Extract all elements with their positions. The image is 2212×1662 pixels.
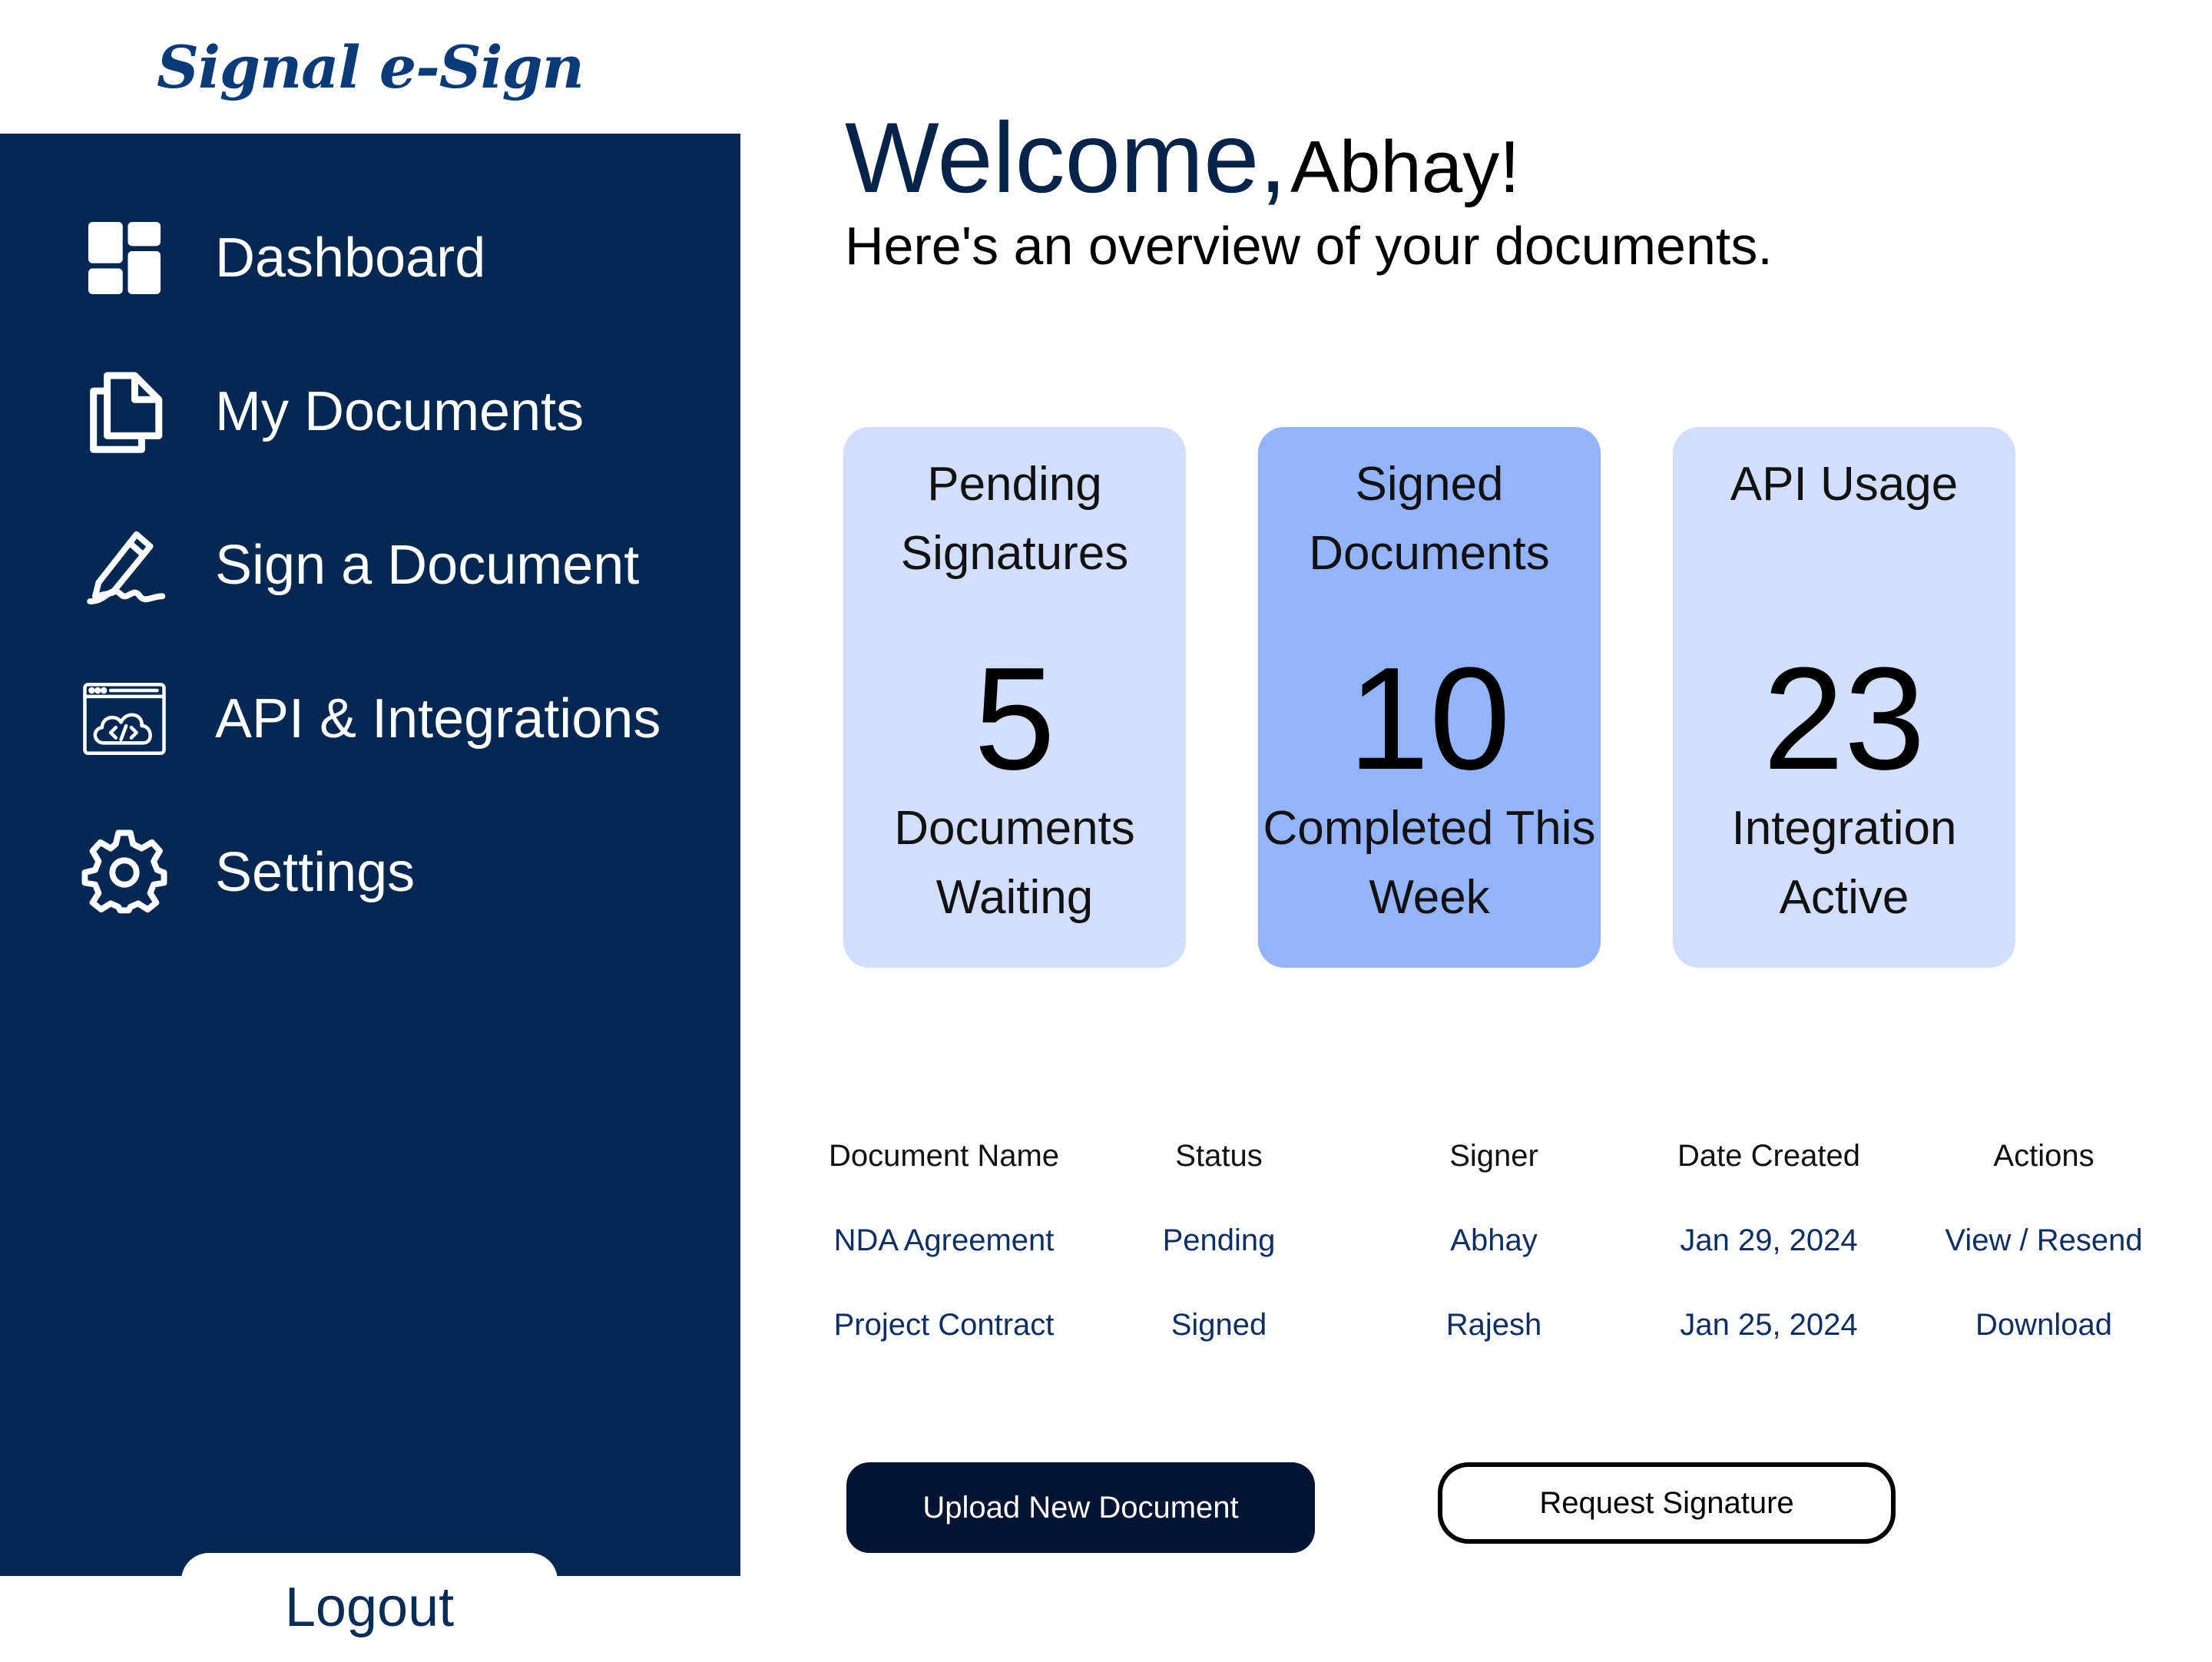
card-value: 10 xyxy=(1348,637,1511,800)
sidebar-item-label: API & Integrations xyxy=(215,688,661,750)
signer-cell: Rajesh xyxy=(1445,1307,1542,1342)
card-title: Signed Documents xyxy=(1309,458,1550,580)
welcome-heading: Welcome, Abhay! xyxy=(845,100,1520,215)
table-header-row: Document Name Status Signer Date Created… xyxy=(806,1114,2189,1198)
column-header-document-name: Document Name xyxy=(828,1138,1060,1173)
dashboard-icon xyxy=(77,210,172,306)
status-cell: Signed xyxy=(1171,1307,1267,1342)
sidebar-item-label: Sign a Document xyxy=(215,535,640,596)
request-signature-button[interactable]: Request Signature xyxy=(1438,1462,1896,1544)
column-header-date-created: Date Created xyxy=(1677,1138,1860,1173)
signer-cell: Abhay xyxy=(1450,1223,1538,1257)
card-value: 5 xyxy=(974,637,1055,800)
table-row: NDA Agreement Pending Abhay Jan 29, 2024… xyxy=(806,1198,2189,1283)
card-title: API Usage xyxy=(1730,458,1959,511)
sidebar-item-label: Settings xyxy=(215,842,416,903)
app-logo: Signal e-Sign xyxy=(157,32,584,101)
date-cell: Jan 25, 2024 xyxy=(1680,1307,1858,1342)
logout-button[interactable]: Logout xyxy=(181,1553,558,1662)
sidebar: Dashboard My Documents Sign a Document A… xyxy=(0,134,740,1662)
card-description: Integration Active xyxy=(1731,802,1957,924)
documents-icon xyxy=(77,364,172,459)
stat-card-api-usage: API Usage 23 Integration Active xyxy=(1673,427,2015,968)
card-description: Completed This Week xyxy=(1263,802,1596,924)
brand-header: Signal e-Sign xyxy=(0,0,740,134)
user-name: Abhay! xyxy=(1290,126,1520,208)
sidebar-item-label: My Documents xyxy=(215,381,584,442)
sidebar-item-label: Dashboard xyxy=(215,227,486,289)
column-header-actions: Actions xyxy=(1993,1138,2094,1173)
gear-icon xyxy=(77,825,172,920)
document-name-link[interactable]: NDA Agreement xyxy=(806,1223,1081,1258)
document-name-link[interactable]: Project Contract xyxy=(806,1308,1081,1343)
stat-card-pending: Pending Signatures 5 Documents Waiting xyxy=(843,427,1186,968)
column-header-status: Status xyxy=(1175,1138,1263,1173)
api-cloud-code-icon xyxy=(77,671,172,766)
sidebar-item-settings[interactable]: Settings xyxy=(77,819,707,926)
sidebar-item-dashboard[interactable]: Dashboard xyxy=(77,204,707,312)
upload-document-button[interactable]: Upload New Document xyxy=(846,1462,1315,1553)
row-action-link[interactable]: View / Resend xyxy=(1906,1223,2181,1258)
card-description: Documents Waiting xyxy=(894,802,1135,924)
sidebar-item-my-documents[interactable]: My Documents xyxy=(77,358,707,465)
card-value: 23 xyxy=(1763,637,1926,800)
documents-table: Document Name Status Signer Date Created… xyxy=(806,1114,2189,1367)
row-action-link[interactable]: Download xyxy=(1906,1308,2181,1343)
date-cell: Jan 29, 2024 xyxy=(1680,1223,1858,1257)
signature-pen-icon xyxy=(77,518,172,613)
sidebar-item-api-integrations[interactable]: API & Integrations xyxy=(77,665,707,773)
table-row: Project Contract Signed Rajesh Jan 25, 2… xyxy=(806,1283,2189,1367)
card-title: Pending Signatures xyxy=(900,458,1129,580)
sidebar-item-sign-document[interactable]: Sign a Document xyxy=(77,512,707,619)
stat-card-signed: Signed Documents 10 Completed This Week xyxy=(1258,427,1601,968)
welcome-text: Welcome, xyxy=(845,101,1287,214)
column-header-signer: Signer xyxy=(1449,1138,1538,1173)
status-cell: Pending xyxy=(1162,1223,1276,1257)
page-subtitle: Here's an overview of your documents. xyxy=(845,216,1773,276)
